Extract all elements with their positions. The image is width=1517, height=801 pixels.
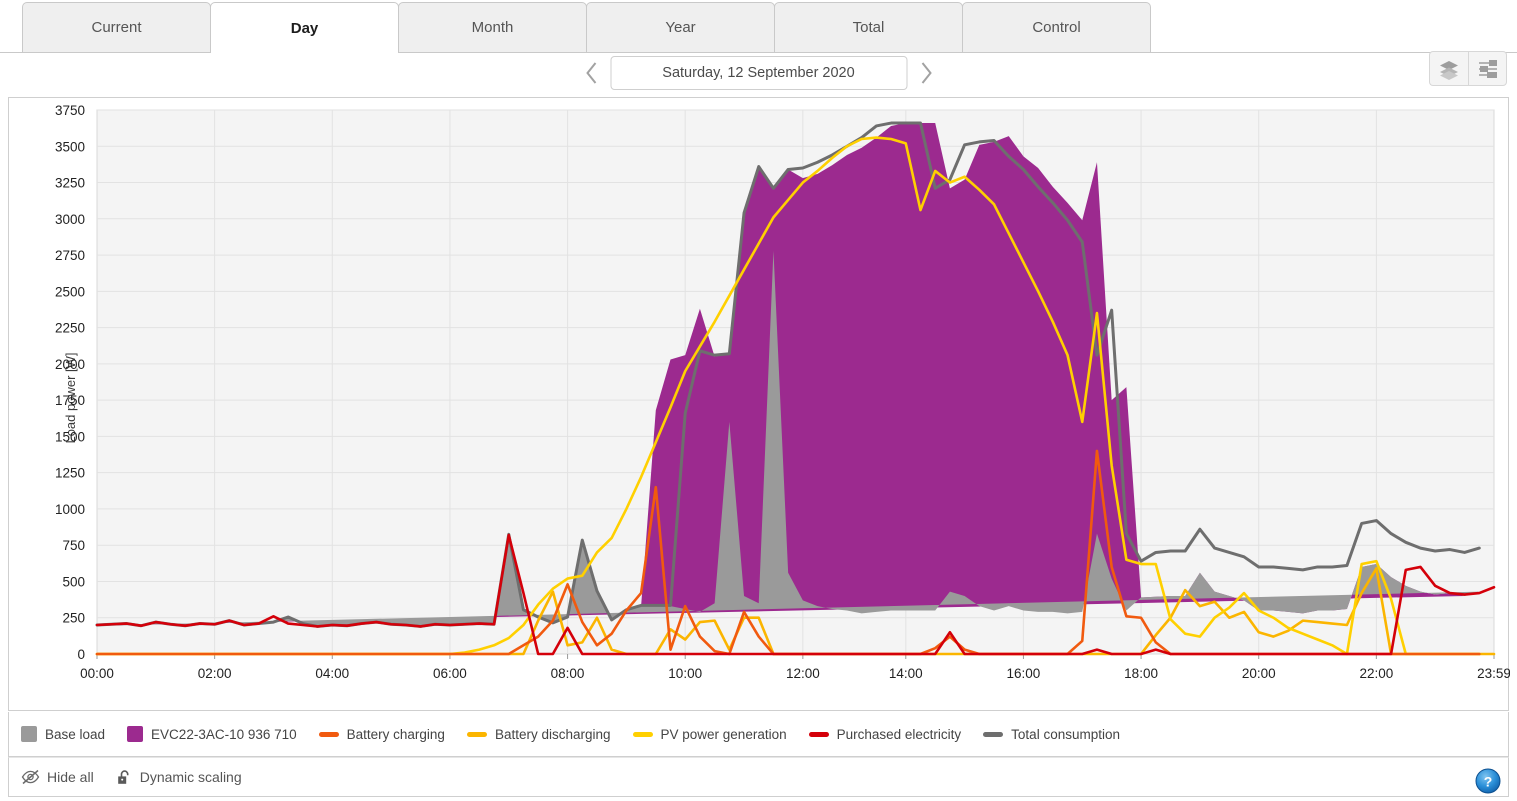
legend-label: Purchased electricity: [836, 726, 962, 742]
svg-text:3750: 3750: [55, 103, 85, 118]
tab-label: Month: [471, 19, 514, 36]
svg-text:02:00: 02:00: [198, 666, 232, 681]
layers-button[interactable]: [1429, 51, 1468, 86]
legend-swatch: [466, 731, 487, 737]
legend-item-total-consumption[interactable]: Total consumption: [983, 727, 1120, 742]
legend-label: Base load: [45, 726, 106, 742]
tab-current[interactable]: Current: [22, 2, 211, 52]
svg-text:08:00: 08:00: [551, 666, 585, 681]
legend-swatch: [127, 726, 144, 742]
legend-item-purchased-electricity[interactable]: Purchased electricity: [808, 726, 962, 742]
svg-text:10:00: 10:00: [668, 666, 702, 681]
dynamic-scaling-label: Dynamic scaling: [139, 769, 242, 785]
svg-text:?: ?: [1484, 774, 1493, 790]
svg-text:1500: 1500: [55, 429, 85, 444]
svg-text:14:00: 14:00: [889, 666, 923, 681]
tab-control[interactable]: Control: [962, 2, 1151, 52]
svg-text:0: 0: [77, 647, 85, 662]
svg-text:23:59: 23:59: [1477, 666, 1510, 681]
help-icon: ?: [1475, 768, 1501, 794]
svg-text:2750: 2750: [55, 248, 85, 263]
day-power-chart: 0 250 500 750 1000 1250 1500 1750 2000 2250 2500 27…: [55, 103, 1510, 681]
svg-text:250: 250: [62, 611, 85, 626]
tab-label: Year: [665, 19, 696, 36]
legend-swatch: [318, 731, 339, 737]
legend-swatch: [983, 731, 1004, 737]
tab-label: Control: [1032, 19, 1081, 36]
chart-plot-area[interactable]: 0 250 500 750 1000 1250 1500 1750 2000 2250 2500 27…: [9, 98, 1510, 712]
svg-text:1250: 1250: [55, 466, 85, 481]
legend-item-battery-charging[interactable]: Battery charging: [318, 726, 445, 742]
svg-text:3250: 3250: [55, 176, 85, 191]
tab-label: Current: [91, 19, 142, 36]
tab-bar: Current Day Month Year Total Control: [0, 0, 1517, 53]
next-day-button[interactable]: [913, 55, 939, 91]
tab-list: Current Day Month Year Total Control: [22, 2, 1151, 53]
legend-item-pv-power-generation[interactable]: PV power generation: [632, 726, 787, 742]
hide-all-button[interactable]: Hide all: [21, 769, 94, 785]
tab-total[interactable]: Total: [774, 2, 963, 52]
legend-label: Battery charging: [346, 726, 445, 742]
legend-item-base-load[interactable]: Base load: [21, 726, 105, 742]
svg-text:3000: 3000: [55, 212, 85, 227]
sliders-icon: [1478, 59, 1497, 78]
svg-text:16:00: 16:00: [1007, 666, 1041, 681]
legend-item-evc[interactable]: EVC22-3AC-10 936 710: [127, 726, 297, 742]
legend-label: PV power generation: [660, 726, 787, 742]
tab-month[interactable]: Month: [398, 2, 587, 52]
date-display[interactable]: Saturday, 12 September 2020: [610, 56, 907, 90]
date-text: Saturday, 12 September 2020: [662, 65, 855, 81]
svg-text:1000: 1000: [55, 502, 85, 517]
svg-text:12:00: 12:00: [786, 666, 820, 681]
eye-slash-icon: [21, 769, 40, 785]
layers-icon: [1440, 60, 1458, 80]
svg-text:22:00: 22:00: [1359, 666, 1393, 681]
svg-text:06:00: 06:00: [433, 666, 467, 681]
svg-text:18:00: 18:00: [1124, 666, 1158, 681]
tab-day[interactable]: Day: [210, 2, 399, 53]
chart-footer: Hide all Dynamic scaling: [8, 757, 1509, 797]
svg-text:00:00: 00:00: [80, 666, 114, 681]
energy-dashboard: Current Day Month Year Total Control Sat…: [0, 0, 1517, 801]
legend-swatch: [632, 731, 653, 737]
legend-label: EVC22-3AC-10 936 710: [151, 726, 297, 742]
legend-swatch: [21, 726, 37, 742]
date-navigation-bar: Saturday, 12 September 2020: [0, 53, 1517, 97]
legend-item-battery-discharging[interactable]: Battery discharging: [466, 726, 611, 742]
svg-text:04:00: 04:00: [315, 666, 349, 681]
date-navigator: Saturday, 12 September 2020: [578, 55, 939, 91]
legend-label: Total consumption: [1011, 726, 1120, 742]
svg-text:750: 750: [62, 538, 85, 553]
svg-text:500: 500: [62, 574, 85, 589]
settings-sliders-button[interactable]: [1468, 51, 1507, 86]
chart-toolbar: [1429, 51, 1507, 86]
tab-label: Day: [290, 19, 319, 37]
unlock-icon: [117, 769, 129, 784]
tab-year[interactable]: Year: [586, 2, 775, 52]
svg-text:3500: 3500: [55, 139, 85, 154]
svg-text:2000: 2000: [55, 357, 85, 372]
legend-swatch: [808, 731, 829, 737]
previous-day-button[interactable]: [578, 55, 604, 91]
chevron-left-icon: [585, 62, 596, 84]
tab-label: Total: [852, 19, 885, 36]
chevron-right-icon: [921, 62, 932, 84]
chart-legend: Base load EVC22-3AC-10 936 710 Battery c…: [8, 712, 1509, 757]
legend-label: Battery discharging: [494, 726, 611, 742]
svg-text:1750: 1750: [55, 393, 85, 408]
dynamic-scaling-button[interactable]: Dynamic scaling: [116, 769, 242, 786]
svg-text:20:00: 20:00: [1242, 666, 1276, 681]
svg-text:2250: 2250: [55, 321, 85, 336]
help-button[interactable]: ?: [1475, 768, 1501, 799]
hide-all-label: Hide all: [47, 769, 94, 785]
chart-panel: Load power [W] 0 250 500 750 1000 1250 1500 175…: [8, 97, 1510, 712]
svg-text:2500: 2500: [55, 284, 85, 299]
